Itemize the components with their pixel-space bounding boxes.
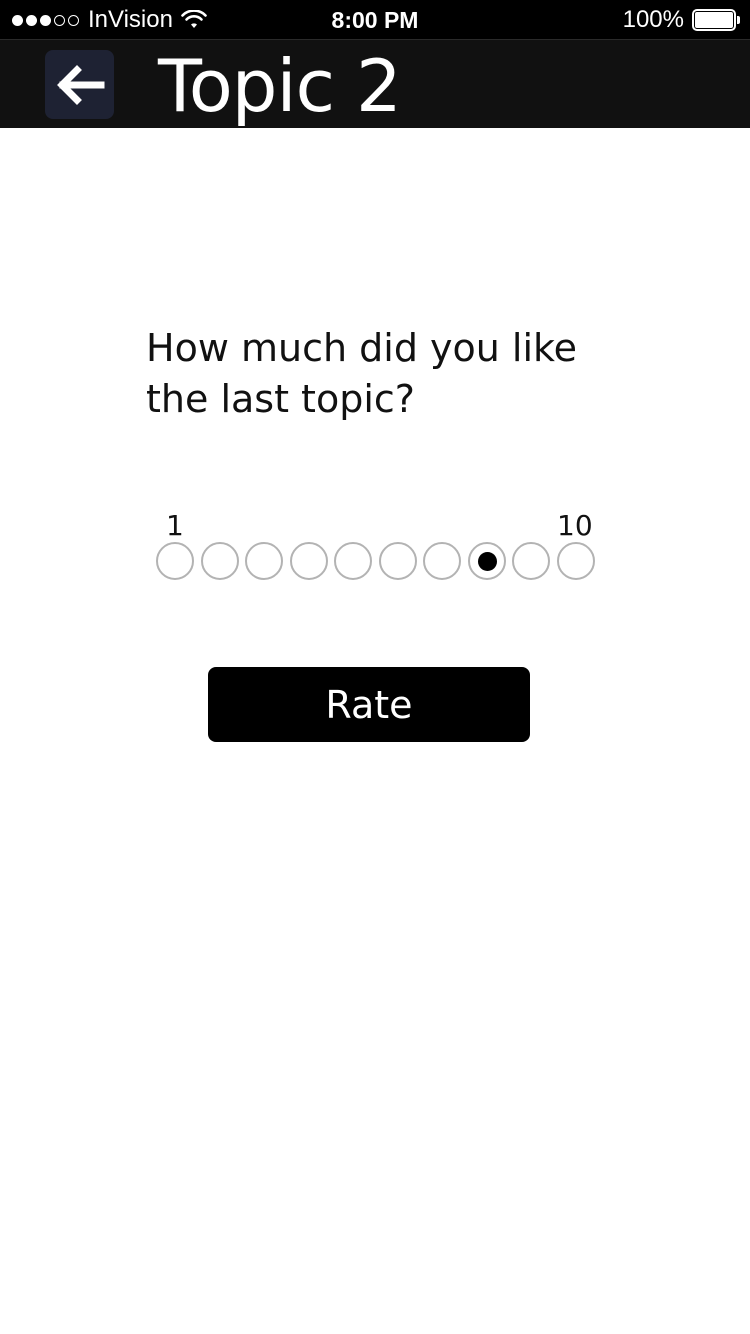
rating-option-1[interactable] [156,542,194,580]
battery-percentage: 100% [622,6,684,33]
nav-header: Topic 2 [0,40,750,128]
scale-max-label: 10 [557,509,593,542]
battery-tip [737,16,740,24]
rate-button[interactable]: Rate [208,667,530,742]
scale-min-label: 1 [166,509,184,542]
rating-option-7[interactable] [423,542,461,580]
arrow-left-icon [56,64,104,105]
back-button[interactable] [45,50,114,119]
status-right: 100% [623,6,740,34]
page-title: Topic 2 [158,44,402,128]
rating-option-6[interactable] [379,542,417,580]
rating-option-10[interactable] [557,542,595,580]
rating-option-5[interactable] [334,542,372,580]
rating-option-4[interactable] [290,542,328,580]
rating-option-8[interactable] [468,542,506,580]
status-bar: InVision 8:00 PM 100% [0,0,750,40]
rating-option-9[interactable] [512,542,550,580]
rating-option-2[interactable] [201,542,239,580]
battery-icon [692,9,740,31]
battery-fill [695,12,733,28]
rating-option-3[interactable] [245,542,283,580]
question-text: How much did you like the last topic? [146,326,578,421]
